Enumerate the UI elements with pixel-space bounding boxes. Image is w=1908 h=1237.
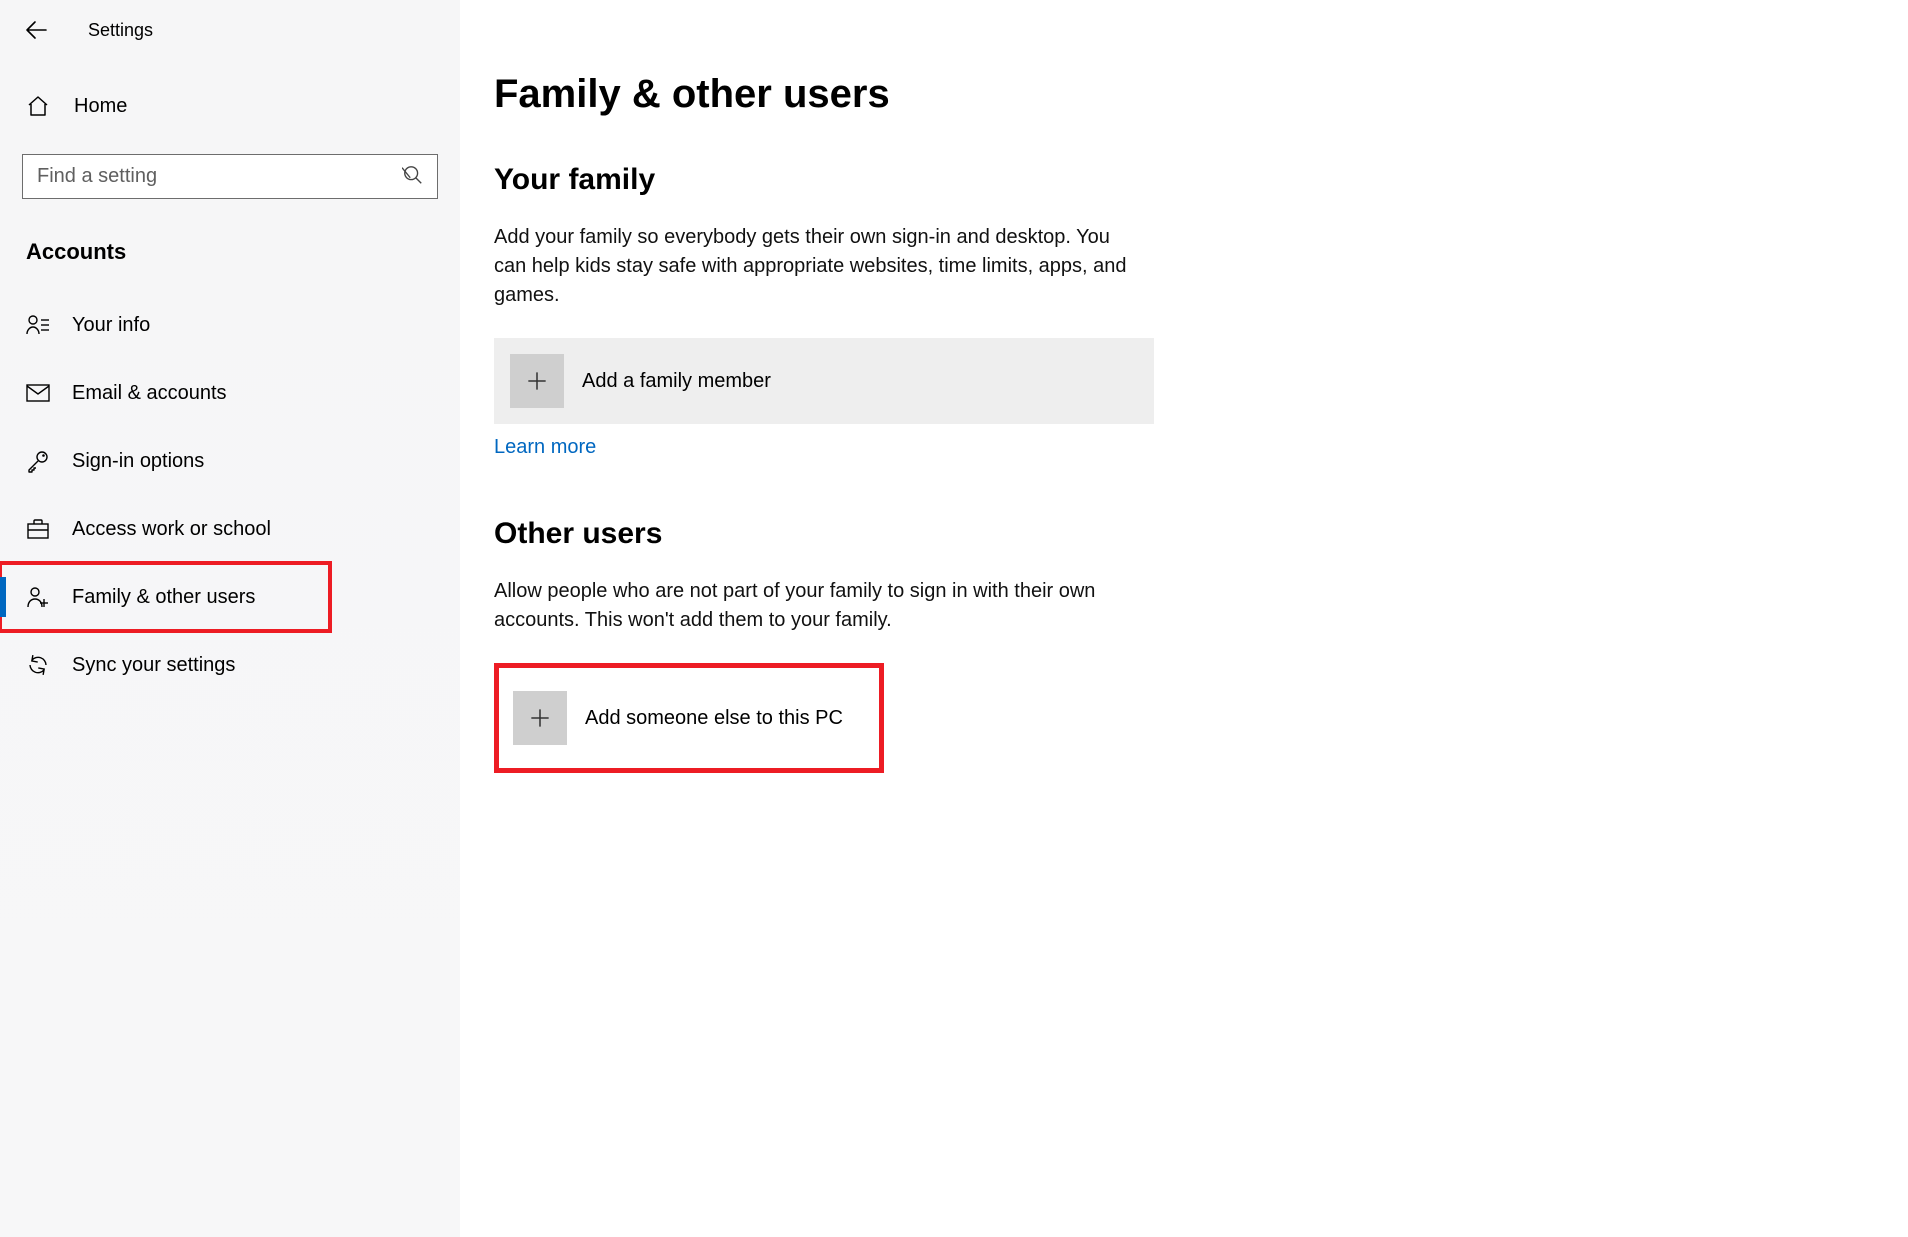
learn-more-link[interactable]: Learn more bbox=[494, 436, 596, 459]
app-title: Settings bbox=[88, 20, 153, 41]
home-icon bbox=[26, 94, 50, 118]
mail-icon bbox=[26, 384, 50, 402]
add-other-user-button[interactable]: Add someone else to this PC bbox=[494, 663, 884, 773]
sidebar-item-email-accounts[interactable]: Email & accounts bbox=[0, 359, 460, 427]
nav-label: Sync your settings bbox=[72, 654, 235, 677]
your-info-icon bbox=[26, 314, 50, 336]
search-wrap bbox=[22, 154, 438, 199]
nav-label: Sign-in options bbox=[72, 450, 204, 473]
home-label: Home bbox=[74, 95, 127, 118]
nav-label: Access work or school bbox=[72, 518, 271, 541]
briefcase-icon bbox=[26, 518, 50, 540]
nav-label: Email & accounts bbox=[72, 382, 227, 405]
family-heading: Your family bbox=[494, 163, 1194, 197]
sidebar-item-work-school[interactable]: Access work or school bbox=[0, 495, 460, 563]
nav-label: Your info bbox=[72, 314, 150, 337]
back-button[interactable] bbox=[22, 16, 50, 44]
sync-icon bbox=[26, 653, 50, 677]
titlebar: Settings bbox=[0, 0, 460, 60]
sidebar: Settings Home Accounts Your info bbox=[0, 0, 460, 1237]
plus-icon bbox=[513, 691, 567, 745]
sidebar-item-signin-options[interactable]: Sign-in options bbox=[0, 427, 460, 495]
content-area: Family & other users Your family Add you… bbox=[494, 72, 1194, 773]
add-other-label: Add someone else to this PC bbox=[585, 707, 843, 730]
search-icon bbox=[402, 164, 424, 186]
other-heading: Other users bbox=[494, 517, 1194, 551]
add-family-member-button[interactable]: Add a family member bbox=[494, 338, 1154, 424]
back-arrow-icon bbox=[24, 18, 48, 42]
family-desc: Add your family so everybody gets their … bbox=[494, 223, 1134, 310]
sidebar-home[interactable]: Home bbox=[0, 76, 460, 136]
sidebar-item-sync-settings[interactable]: Sync your settings bbox=[0, 631, 460, 699]
nav-label: Family & other users bbox=[72, 586, 255, 609]
plus-icon bbox=[510, 354, 564, 408]
sidebar-item-your-info[interactable]: Your info bbox=[0, 291, 460, 359]
key-icon bbox=[26, 449, 50, 473]
sidebar-nav: Your info Email & accounts Sign-in optio… bbox=[0, 291, 460, 699]
search-input[interactable] bbox=[22, 154, 438, 199]
sidebar-item-family-other-users[interactable]: Family & other users bbox=[0, 563, 330, 631]
add-family-label: Add a family member bbox=[582, 370, 771, 393]
sidebar-section-header: Accounts bbox=[26, 239, 460, 265]
other-desc: Allow people who are not part of your fa… bbox=[494, 577, 1134, 635]
page-title: Family & other users bbox=[494, 72, 1194, 117]
family-icon bbox=[26, 585, 50, 609]
